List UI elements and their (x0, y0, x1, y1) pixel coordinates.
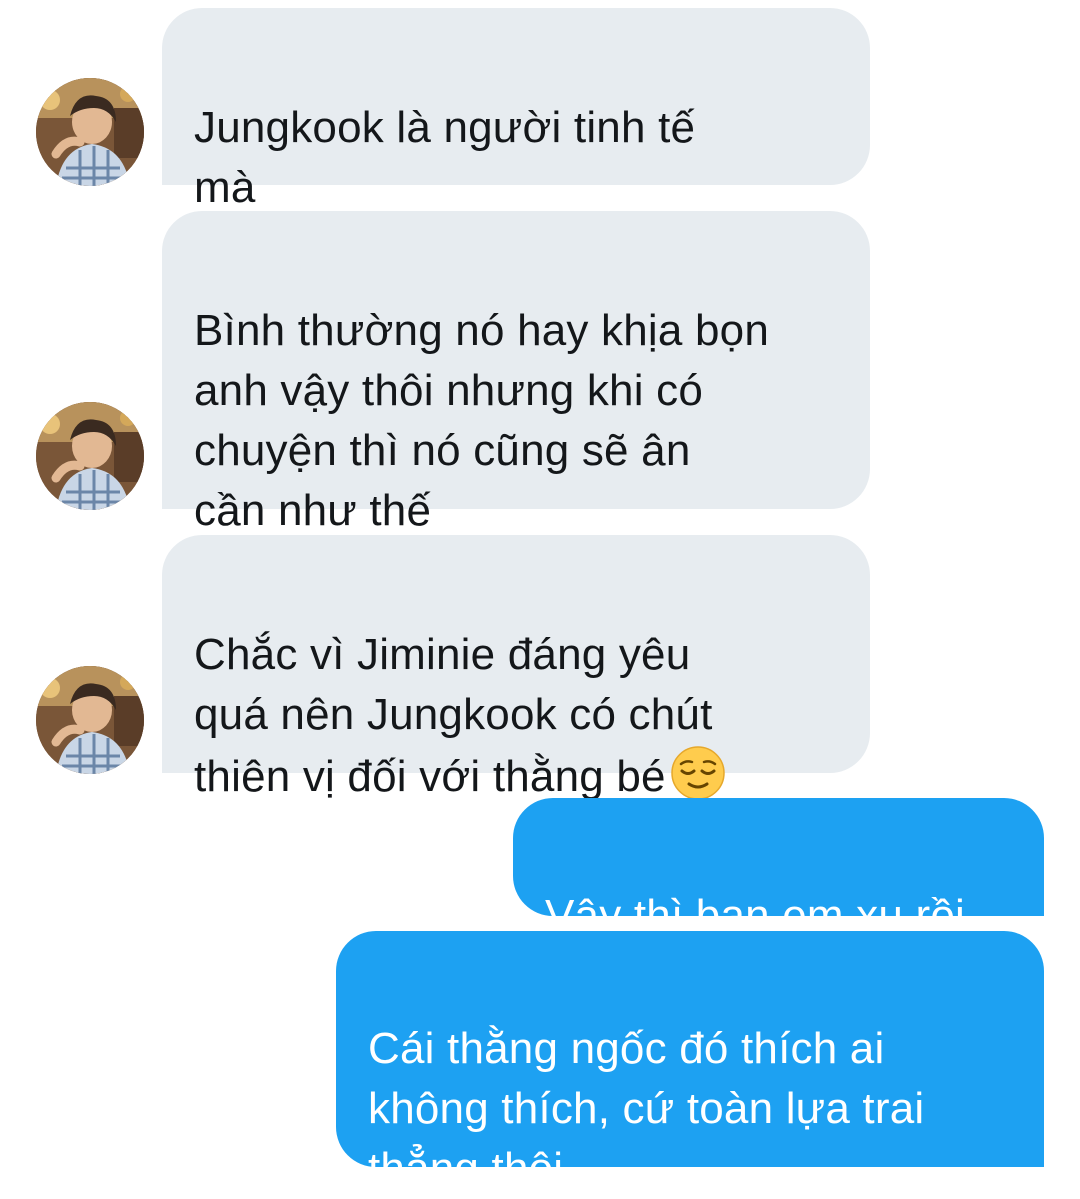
avatar-photo (36, 402, 144, 510)
message-text: Cái thằng ngốc đó thích ai không thích, … (368, 1024, 925, 1193)
incoming-message[interactable]: Jungkook là người tinh tế mà (162, 8, 870, 212)
relieved-face-emoji-icon (670, 746, 725, 800)
outgoing-message[interactable]: Vậy thì bạn em xu rồi (513, 798, 1044, 940)
outgoing-message[interactable]: Cái thằng ngốc đó thích ai không thích, … (336, 931, 1044, 1193)
avatar[interactable] (36, 402, 144, 510)
incoming-message[interactable]: Chắc vì Jiminie đáng yêu quá nên Jungkoo… (162, 535, 870, 801)
incoming-message[interactable]: Bình thường nó hay khịa bọn anh vậy thôi… (162, 211, 870, 535)
avatar[interactable] (36, 666, 144, 774)
avatar-photo (36, 78, 144, 186)
avatar-photo (36, 666, 144, 774)
avatar[interactable] (36, 78, 144, 186)
message-text: Chắc vì Jiminie đáng yêu quá nên Jungkoo… (194, 630, 713, 801)
message-text: Bình thường nó hay khịa bọn anh vậy thôi… (194, 306, 769, 535)
message-thread: Jungkook là người tinh tế mà Bình thường… (0, 0, 1080, 1193)
message-text: Jungkook là người tinh tế mà (194, 103, 696, 212)
